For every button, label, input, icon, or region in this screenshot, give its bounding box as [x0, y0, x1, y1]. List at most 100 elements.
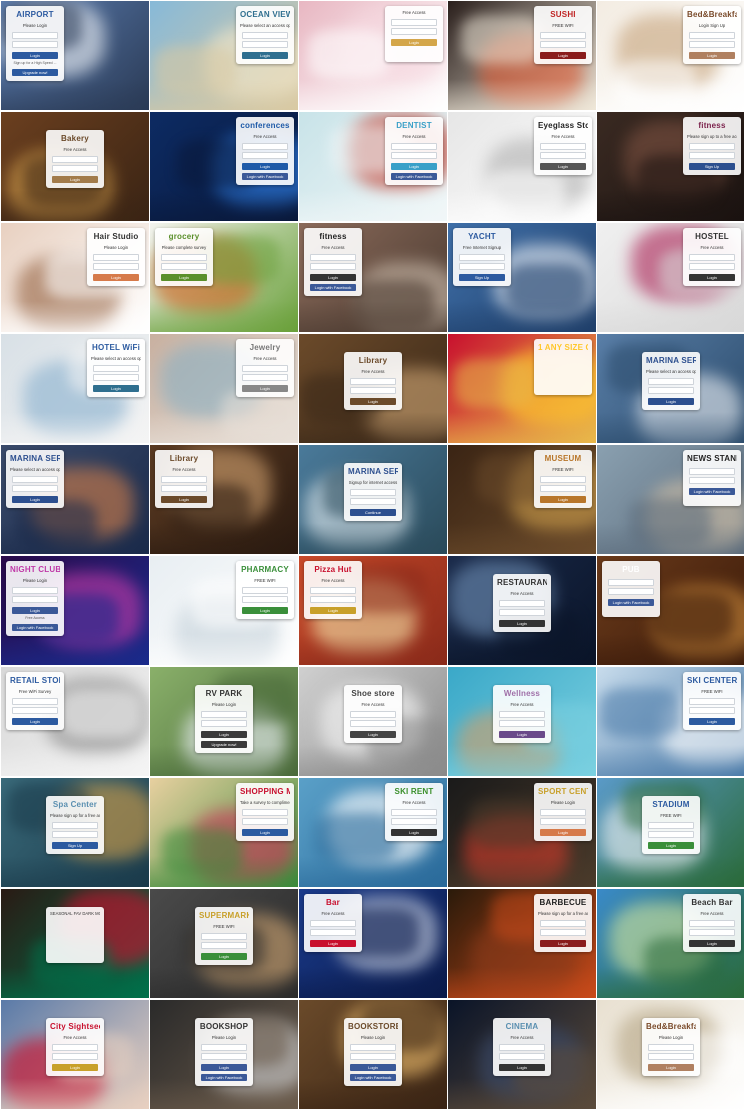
login-button[interactable]: Login — [161, 496, 207, 503]
login-button[interactable]: Login — [540, 496, 586, 503]
facebook-login-button[interactable]: Login with Facebook — [201, 1074, 247, 1081]
login-button[interactable]: Login — [689, 274, 735, 281]
password-field[interactable] — [242, 596, 288, 603]
password-field[interactable] — [201, 1053, 247, 1060]
username-field[interactable] — [689, 468, 735, 475]
login-button[interactable]: Login — [350, 398, 396, 405]
portal-tile-museum[interactable]: MUSEUM FREE WIFI Login — [448, 445, 596, 554]
login-button[interactable]: Login — [12, 607, 58, 614]
password-field[interactable] — [499, 1053, 545, 1060]
login-button[interactable]: Login — [12, 496, 58, 503]
facebook-login-button[interactable]: Login with Facebook — [391, 173, 437, 180]
username-field[interactable] — [540, 143, 586, 150]
password-field[interactable] — [242, 374, 288, 381]
password-field[interactable] — [648, 831, 694, 838]
login-button[interactable]: Login — [689, 52, 735, 59]
username-field[interactable] — [12, 698, 58, 705]
password-field[interactable] — [689, 152, 735, 159]
username-field[interactable] — [499, 711, 545, 718]
username-field[interactable] — [350, 378, 396, 385]
username-field[interactable] — [540, 920, 586, 927]
password-field[interactable] — [540, 929, 586, 936]
portal-tile-bookstore[interactable]: BOOKSTORE Please Login Login Login with Fac… — [299, 1000, 447, 1109]
login-button[interactable]: Login — [499, 731, 545, 738]
login-button[interactable]: Login — [648, 398, 694, 405]
login-button[interactable]: Login — [310, 940, 356, 947]
username-field[interactable] — [242, 365, 288, 372]
username-field[interactable] — [52, 822, 98, 829]
portal-tile-night-club[interactable]: NIGHT CLUB Please Login Login Free Access Lo… — [1, 556, 149, 665]
username-field[interactable] — [499, 1044, 545, 1051]
password-field[interactable] — [242, 818, 288, 825]
password-field[interactable] — [540, 818, 586, 825]
portal-tile-pizza-hut[interactable]: Pizza Hut Free Access Login — [299, 556, 447, 665]
username-field[interactable] — [201, 933, 247, 940]
portal-tile-restaurant[interactable]: RESTAURANT Free Access Login — [448, 556, 596, 665]
portal-tile-free-access[interactable]: Free Access Login — [299, 1, 447, 110]
username-field[interactable] — [201, 1044, 247, 1051]
portal-tile-1-any-size-coffee[interactable]: 1 ANY SIZE COFFEE — [448, 334, 596, 443]
portal-tile-barbecue[interactable]: BARBECUE Please sign up for a free accoun… — [448, 889, 596, 998]
login-button[interactable]: Login — [540, 940, 586, 947]
password-field[interactable] — [242, 152, 288, 159]
username-field[interactable] — [350, 711, 396, 718]
portal-tile-bed-breakfast[interactable]: Bed&Breakfast Please Login Login — [597, 1000, 744, 1109]
portal-tile-retail-store[interactable]: RETAIL STORE Free WiFi Survey Login — [1, 667, 149, 776]
password-field[interactable] — [391, 28, 437, 35]
portal-tile-library[interactable]: Library Free Access Login — [299, 334, 447, 443]
username-field[interactable] — [310, 920, 356, 927]
username-field[interactable] — [12, 476, 58, 483]
portal-tile-library[interactable]: Library Free Access Login — [150, 445, 298, 554]
facebook-login-button[interactable]: Login with Facebook — [350, 1074, 396, 1081]
portal-tile-dentist[interactable]: DENTIST Free Access Login Login with Facebo… — [299, 112, 447, 221]
portal-tile-news-stand[interactable]: NEWS STAND Login with Facebook — [597, 445, 744, 554]
password-field[interactable] — [648, 1053, 694, 1060]
portal-tile-sport-center[interactable]: SPORT CENTER Please Login Login — [448, 778, 596, 887]
username-field[interactable] — [391, 143, 437, 150]
portal-tile-city-sightseeing[interactable]: City Sightseeing Free Access Login — [1, 1000, 149, 1109]
portal-tile-stadium[interactable]: STADIUM FREE WIFI Login — [597, 778, 744, 887]
portal-tile-sushi[interactable]: SUSHI FREE WIFI Login — [448, 1, 596, 110]
password-field[interactable] — [161, 485, 207, 492]
portal-tile-seasonal-fav-dark-mocha-coffee-nut-crunch[interactable]: SEASONAL FAV DARK MOCHA COFFEE NUT CRUNC… — [1, 889, 149, 998]
portal-tile-wellness[interactable]: Wellness Free Access Login — [448, 667, 596, 776]
username-field[interactable] — [391, 809, 437, 816]
login-button[interactable]: Login — [648, 842, 694, 849]
username-field[interactable] — [689, 143, 735, 150]
login-button[interactable]: Login — [689, 940, 735, 947]
login-button[interactable]: Sign Up — [459, 274, 505, 281]
portal-tile-fitness[interactable]: fitness Free Access Login Login with Facebo… — [299, 223, 447, 332]
password-field[interactable] — [161, 263, 207, 270]
login-button[interactable]: Login — [242, 163, 288, 170]
portal-tile-shoe-store[interactable]: Shoe store Free Access Login — [299, 667, 447, 776]
password-field[interactable] — [201, 942, 247, 949]
login-button[interactable]: Login — [540, 163, 586, 170]
username-field[interactable] — [540, 476, 586, 483]
portal-tile-fitness[interactable]: fitness Please sign up to a free account S… — [597, 112, 744, 221]
password-field[interactable] — [648, 387, 694, 394]
login-button[interactable]: Login — [161, 274, 207, 281]
login-button[interactable]: Login — [201, 1064, 247, 1071]
portal-tile-bed-breakfast[interactable]: Bed&Breakfast Login Sign Up Login — [597, 1, 744, 110]
login-button[interactable]: Login — [540, 52, 586, 59]
username-field[interactable] — [350, 489, 396, 496]
portal-tile-conferences[interactable]: conferences Free Access Login Login with Fa… — [150, 112, 298, 221]
login-button[interactable]: Login — [648, 1064, 694, 1071]
username-field[interactable] — [648, 1044, 694, 1051]
username-field[interactable] — [310, 254, 356, 261]
password-field[interactable] — [540, 152, 586, 159]
username-field[interactable] — [689, 698, 735, 705]
login-button[interactable]: Login — [540, 829, 586, 836]
username-field[interactable] — [52, 156, 98, 163]
login-button[interactable]: Sign Up — [52, 842, 98, 849]
password-field[interactable] — [689, 929, 735, 936]
portal-tile-supermarket[interactable]: SUPERMARKET FREE WIFI Login — [150, 889, 298, 998]
password-field[interactable] — [391, 152, 437, 159]
username-field[interactable] — [648, 822, 694, 829]
login-button[interactable]: Login — [391, 829, 437, 836]
username-field[interactable] — [391, 19, 437, 26]
login-button[interactable]: Login — [499, 620, 545, 627]
username-field[interactable] — [242, 143, 288, 150]
portal-tile-marina-services[interactable]: MARINA SERVICES Please select an access o… — [1, 445, 149, 554]
username-field[interactable] — [540, 32, 586, 39]
